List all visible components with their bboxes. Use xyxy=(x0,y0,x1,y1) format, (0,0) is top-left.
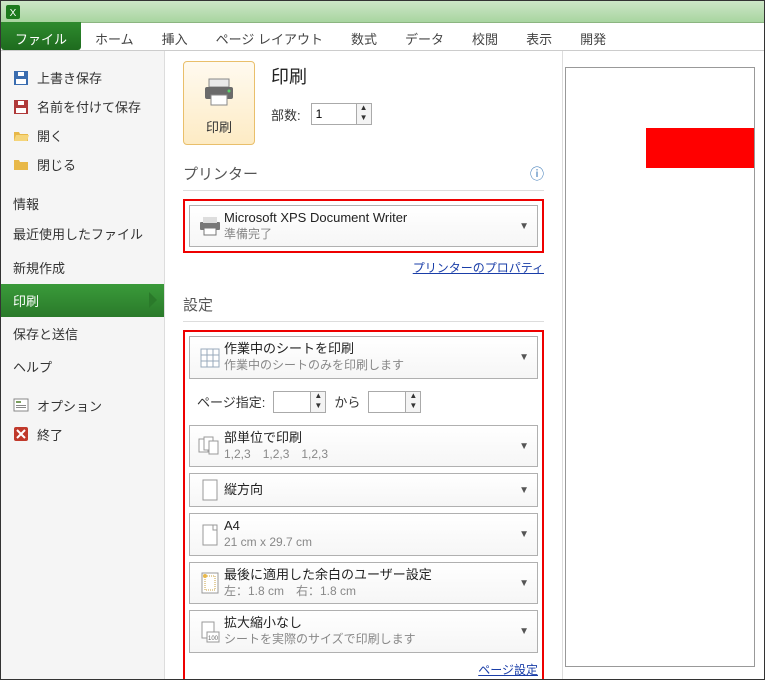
sidebar-options[interactable]: オプション xyxy=(1,391,164,420)
printer-dropdown[interactable]: Microsoft XPS Document Writer 準備完了 ▼ xyxy=(189,205,538,247)
collate-dropdown[interactable]: 部単位で印刷 1,2,3 1,2,3 1,2,3 ▼ xyxy=(189,425,538,467)
svg-text:X: X xyxy=(10,8,17,19)
chevron-down-icon: ▼ xyxy=(517,578,531,589)
chevron-down-icon: ▼ xyxy=(517,352,531,363)
page-icon xyxy=(196,524,224,546)
tab-review[interactable]: 校閲 xyxy=(458,23,512,50)
save-icon xyxy=(13,70,29,86)
backstage-sidebar: 上書き保存 名前を付けて保存 開く 閉じる 情報 最近使用したファイル 新規作成… xyxy=(1,51,165,679)
print-scope-dropdown[interactable]: 作業中のシートを印刷 作業中のシートのみを印刷します ▼ xyxy=(189,336,538,378)
pages-label: ページ指定: xyxy=(197,392,265,411)
copies-input[interactable] xyxy=(312,104,356,124)
pages-sep: から xyxy=(334,392,360,411)
sidebar-open[interactable]: 開く xyxy=(1,121,164,150)
printer-properties-link[interactable]: プリンターのプロパティ xyxy=(413,261,544,275)
sidebar-new[interactable]: 新規作成 xyxy=(1,251,164,284)
print-preview xyxy=(563,51,764,679)
tab-file[interactable]: ファイル xyxy=(1,22,81,50)
svg-text:100: 100 xyxy=(208,636,219,642)
page-to-input[interactable] xyxy=(369,392,405,412)
ribbon-tabs: ファイル ホーム 挿入 ページ レイアウト 数式 データ 校閲 表示 開発 xyxy=(1,23,764,51)
copies-spinner[interactable]: ▲▼ xyxy=(311,103,372,125)
printer-status: 準備完了 xyxy=(224,227,517,243)
print-title: 印刷 xyxy=(271,63,372,89)
chevron-down-icon: ▼ xyxy=(517,485,531,496)
sidebar-saveas[interactable]: 名前を付けて保存 xyxy=(1,92,164,121)
print-button-label: 印刷 xyxy=(206,117,232,136)
sidebar-save[interactable]: 上書き保存 xyxy=(1,63,164,92)
tab-view[interactable]: 表示 xyxy=(512,23,566,50)
exit-icon xyxy=(13,426,29,442)
page-setup-link[interactable]: ページ設定 xyxy=(478,663,538,677)
margins-icon xyxy=(196,572,224,594)
folder-open-icon xyxy=(13,128,29,144)
paper-dropdown[interactable]: A4 21 cm x 29.7 cm ▼ xyxy=(189,513,538,555)
spinner-down-icon[interactable]: ▼ xyxy=(311,402,325,412)
page-from-input[interactable] xyxy=(274,392,310,412)
print-button[interactable]: 印刷 xyxy=(183,61,255,145)
scaling-icon: 100 xyxy=(196,621,224,643)
info-icon[interactable]: ⓘ xyxy=(530,164,544,184)
portrait-icon xyxy=(196,479,224,501)
collate-icon xyxy=(196,436,224,456)
preview-page xyxy=(565,67,755,667)
page-range-row: ページ指定: ▲▼ から ▲▼ xyxy=(189,385,538,419)
sidebar-close[interactable]: 閉じる xyxy=(1,150,164,179)
preview-content-highlight xyxy=(646,128,754,168)
margins-dropdown[interactable]: 最後に適用した余白のユーザー設定 左：1.8 cm 右：1.8 cm ▼ xyxy=(189,562,538,604)
sidebar-recent[interactable]: 最近使用したファイル xyxy=(1,220,164,251)
excel-icon: X xyxy=(5,4,21,20)
printer-name: Microsoft XPS Document Writer xyxy=(224,210,517,227)
sidebar-info[interactable]: 情報 xyxy=(1,187,164,220)
sidebar-item-label: 上書き保存 xyxy=(37,68,102,87)
sidebar-save-send[interactable]: 保存と送信 xyxy=(1,317,164,350)
scaling-dropdown[interactable]: 100 拡大縮小なし シートを実際のサイズで印刷します ▼ xyxy=(189,610,538,652)
sidebar-item-label: オプション xyxy=(37,396,102,415)
chevron-down-icon: ▼ xyxy=(517,221,531,232)
sidebar-print[interactable]: 印刷 xyxy=(1,284,164,317)
tab-formulas[interactable]: 数式 xyxy=(337,23,391,50)
tab-data[interactable]: データ xyxy=(391,23,458,50)
tab-home[interactable]: ホーム xyxy=(81,23,148,50)
printer-section-head: プリンター xyxy=(183,163,258,184)
chevron-down-icon: ▼ xyxy=(517,441,531,452)
chevron-down-icon: ▼ xyxy=(517,626,531,637)
tab-developer[interactable]: 開発 xyxy=(566,23,620,50)
tab-insert[interactable]: 挿入 xyxy=(148,23,202,50)
folder-close-icon xyxy=(13,157,29,173)
tab-pagelayout[interactable]: ページ レイアウト xyxy=(202,23,337,50)
sidebar-help[interactable]: ヘルプ xyxy=(1,350,164,383)
sidebar-exit[interactable]: 終了 xyxy=(1,420,164,449)
page-from-spinner[interactable]: ▲▼ xyxy=(273,391,326,413)
spinner-down-icon[interactable]: ▼ xyxy=(357,114,371,124)
sheet-icon xyxy=(196,347,224,369)
saveas-icon xyxy=(13,99,29,115)
copies-label: 部数: xyxy=(271,105,301,124)
sidebar-item-label: 終了 xyxy=(37,425,63,444)
options-icon xyxy=(13,397,29,413)
settings-section-head: 設定 xyxy=(183,294,213,315)
titlebar: X xyxy=(1,1,764,23)
print-panel: 印刷 印刷 部数: ▲▼ プリンター ⓘ xyxy=(165,51,563,679)
page-to-spinner[interactable]: ▲▼ xyxy=(368,391,421,413)
sidebar-item-label: 開く xyxy=(37,126,63,145)
sidebar-item-label: 閉じる xyxy=(37,155,76,174)
printer-icon xyxy=(201,76,237,111)
sidebar-item-label: 名前を付けて保存 xyxy=(37,97,141,116)
orientation-dropdown[interactable]: 縦方向 ▼ xyxy=(189,473,538,507)
printer-small-icon xyxy=(196,216,224,236)
chevron-down-icon: ▼ xyxy=(517,529,531,540)
spinner-down-icon[interactable]: ▼ xyxy=(406,402,420,412)
